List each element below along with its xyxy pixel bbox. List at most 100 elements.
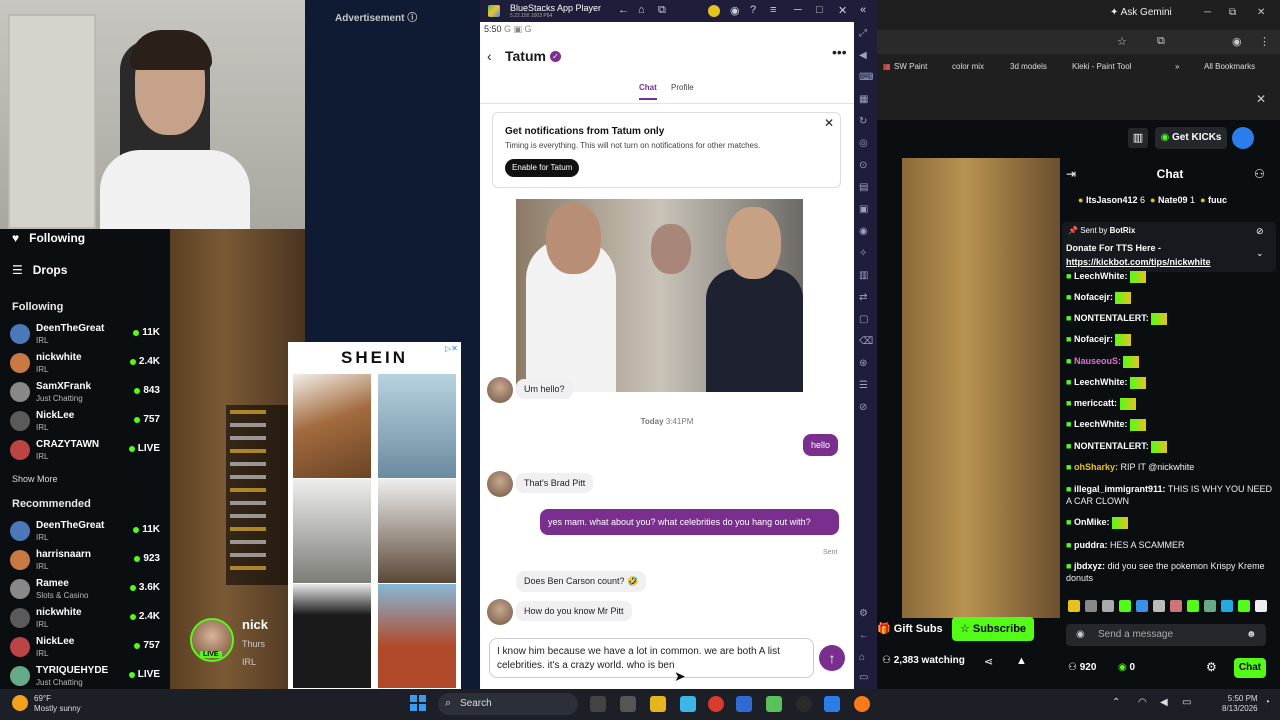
notif-close-icon[interactable]: ✕ <box>824 116 834 130</box>
product-couple[interactable] <box>378 584 456 688</box>
bookmark-star-icon[interactable]: ☆ <box>1117 35 1127 48</box>
volume-icon[interactable]: ◀ <box>859 50 867 61</box>
multi-instance-icon[interactable]: ⧉ <box>658 4 666 17</box>
emote-icon[interactable] <box>1136 600 1148 612</box>
taskbar-clock[interactable]: 5:50 PM 8/13/2026 <box>1222 694 1258 714</box>
chat-username[interactable]: NONTENTALERT: <box>1074 313 1149 323</box>
tray-chevron-icon[interactable]: ⌃ <box>1112 697 1120 708</box>
fullscreen-icon[interactable]: ⤢ <box>859 28 867 39</box>
emote-icon[interactable] <box>1255 600 1267 612</box>
channel-item[interactable]: Ramee Slots & Casino 3.6K <box>10 576 160 604</box>
collapse-icon[interactable]: « <box>860 4 866 16</box>
firefox-icon[interactable] <box>854 696 870 712</box>
bookmarks-overflow-icon[interactable]: » <box>1175 62 1179 71</box>
chat-username[interactable]: Nofacejr: <box>1074 292 1113 302</box>
pinned-link[interactable]: https://kickbot.com/tips/nickwhite <box>1066 257 1211 267</box>
volume-tray-icon[interactable]: ◀ <box>1160 697 1168 708</box>
minimize-icon[interactable]: ─ <box>794 4 802 16</box>
bookmark-icon[interactable]: ▦ <box>883 62 891 71</box>
emote-icon[interactable] <box>1102 600 1114 612</box>
chrome-menu-icon[interactable]: ⋮ <box>1259 35 1270 48</box>
channel-item[interactable]: NickLee IRL 757 <box>10 408 160 436</box>
android-recent-icon[interactable]: ▭ <box>859 672 868 683</box>
chat-username[interactable]: puddra: <box>1074 540 1108 550</box>
win-close-icon[interactable]: ✕ <box>1257 7 1265 18</box>
ask-gemini-button[interactable]: ✦ Ask Gemini <box>1110 7 1172 18</box>
product-black-shirt[interactable] <box>293 584 371 688</box>
macro-icon[interactable]: ⊙ <box>859 160 867 171</box>
bookmark-item[interactable]: color mix <box>952 62 984 71</box>
show-more-link[interactable]: Show More <box>12 474 58 484</box>
main-stream-video[interactable] <box>877 158 1060 618</box>
win-restore-icon[interactable]: ⧉ <box>1229 7 1236 18</box>
notepad-icon[interactable] <box>736 696 752 712</box>
notifications-icon[interactable]: ◔ <box>1264 697 1270 708</box>
task-view-icon[interactable] <box>590 696 606 712</box>
ad-close-icon[interactable]: ▷✕ <box>445 344 458 353</box>
taskbar-search[interactable]: Search <box>438 693 578 715</box>
more-options-icon[interactable]: ••• <box>832 44 847 60</box>
chat-username[interactable]: NONTENTALERT: <box>1074 441 1149 451</box>
battery-icon[interactable]: ▭ <box>1182 697 1191 708</box>
emote-icon[interactable] <box>1204 600 1216 612</box>
file-icon[interactable] <box>620 696 636 712</box>
menu-icon[interactable]: ≡ <box>770 4 776 16</box>
extensions-icon[interactable]: ⧉ <box>1157 35 1165 48</box>
points-icon[interactable] <box>708 5 720 17</box>
channel-item[interactable]: NickLee IRL 757 <box>10 634 160 662</box>
product-cargo-grey[interactable] <box>293 479 371 583</box>
emote-icon[interactable] <box>1119 600 1131 612</box>
chat-username[interactable]: jbdxyz: <box>1074 561 1105 571</box>
android-home-icon[interactable]: ⌂ <box>859 652 865 663</box>
tab-chat[interactable]: Chat <box>639 83 657 100</box>
chat-username[interactable]: OnMike: <box>1074 517 1110 527</box>
tab-profile[interactable]: Profile <box>671 83 694 92</box>
start-windows-icon[interactable] <box>410 695 426 711</box>
bluestacks-taskbar-icon[interactable] <box>766 696 782 712</box>
back-arrow-icon[interactable]: ‹ <box>487 48 492 64</box>
location-icon[interactable]: ◎ <box>859 138 868 149</box>
kicks-balance[interactable]: ◉ 0 <box>1118 662 1135 673</box>
chat-username[interactable]: illegal_immigrant911: <box>1074 484 1166 494</box>
gift-subs-button[interactable]: 🎁 Gift Subs <box>877 618 947 640</box>
chat-username[interactable]: mericcatt: <box>1074 398 1117 408</box>
match-avatar[interactable] <box>487 377 513 403</box>
erase-icon[interactable]: ⌫ <box>859 336 873 347</box>
app-icon[interactable] <box>680 696 696 712</box>
get-kicks-button[interactable]: ◉ Get KICKs <box>1155 127 1227 149</box>
match-avatar[interactable] <box>487 599 513 625</box>
layers-icon[interactable]: ☰ <box>859 380 868 391</box>
chat-username[interactable]: NauseouS: <box>1074 356 1121 366</box>
weather-widget[interactable]: 69°F Mostly sunny <box>34 694 81 714</box>
dashboard-icon[interactable]: ▥ <box>1128 128 1148 148</box>
share-icon[interactable]: ⋖ <box>984 655 993 668</box>
all-bookmarks[interactable]: All Bookmarks <box>1204 62 1255 71</box>
match-name[interactable]: Tatum ✓ <box>505 48 561 64</box>
product-swim[interactable] <box>378 374 456 478</box>
apk-icon[interactable]: ▤ <box>859 182 868 193</box>
message-input[interactable]: I know him because we have a lot in comm… <box>489 638 814 678</box>
maximize-icon[interactable]: □ <box>816 4 823 16</box>
address-bar[interactable] <box>877 30 1280 54</box>
send-message-input[interactable]: Send a message <box>1066 624 1266 646</box>
channel-item[interactable]: DeenTheGreat IRL 11K <box>10 321 160 349</box>
user-avatar[interactable] <box>1232 127 1254 149</box>
match-avatar[interactable] <box>487 471 513 497</box>
emote-icon[interactable] <box>1085 600 1097 612</box>
channel-item[interactable]: TYRIQUEHYDE Just Chatting LIVE <box>10 663 160 691</box>
settings-icon[interactable]: ⚙ <box>859 608 868 619</box>
subscribe-button[interactable]: ☆ Subscribe <box>952 617 1034 641</box>
media-icon[interactable]: ▥ <box>859 270 868 281</box>
pinned-expand-icon[interactable]: ⌄ <box>1256 248 1264 259</box>
emote-icon[interactable] <box>1153 600 1165 612</box>
rotate-icon[interactable]: ↻ <box>859 116 867 127</box>
chrome-icon[interactable] <box>708 696 724 712</box>
emoji-icon[interactable]: ☻ <box>1246 629 1257 640</box>
files-icon[interactable]: ▢ <box>859 314 868 325</box>
chat-username[interactable]: LeechWhite: <box>1074 377 1128 387</box>
channel-item[interactable]: harrisnaarn IRL 923 <box>10 547 160 575</box>
channel-item[interactable]: nickwhite IRL 2.4K <box>10 350 160 378</box>
channel-item[interactable]: DeenTheGreat IRL 11K <box>10 518 160 546</box>
bookmark-item[interactable]: 3d models <box>1010 62 1047 71</box>
emote-icon[interactable] <box>1238 600 1250 612</box>
